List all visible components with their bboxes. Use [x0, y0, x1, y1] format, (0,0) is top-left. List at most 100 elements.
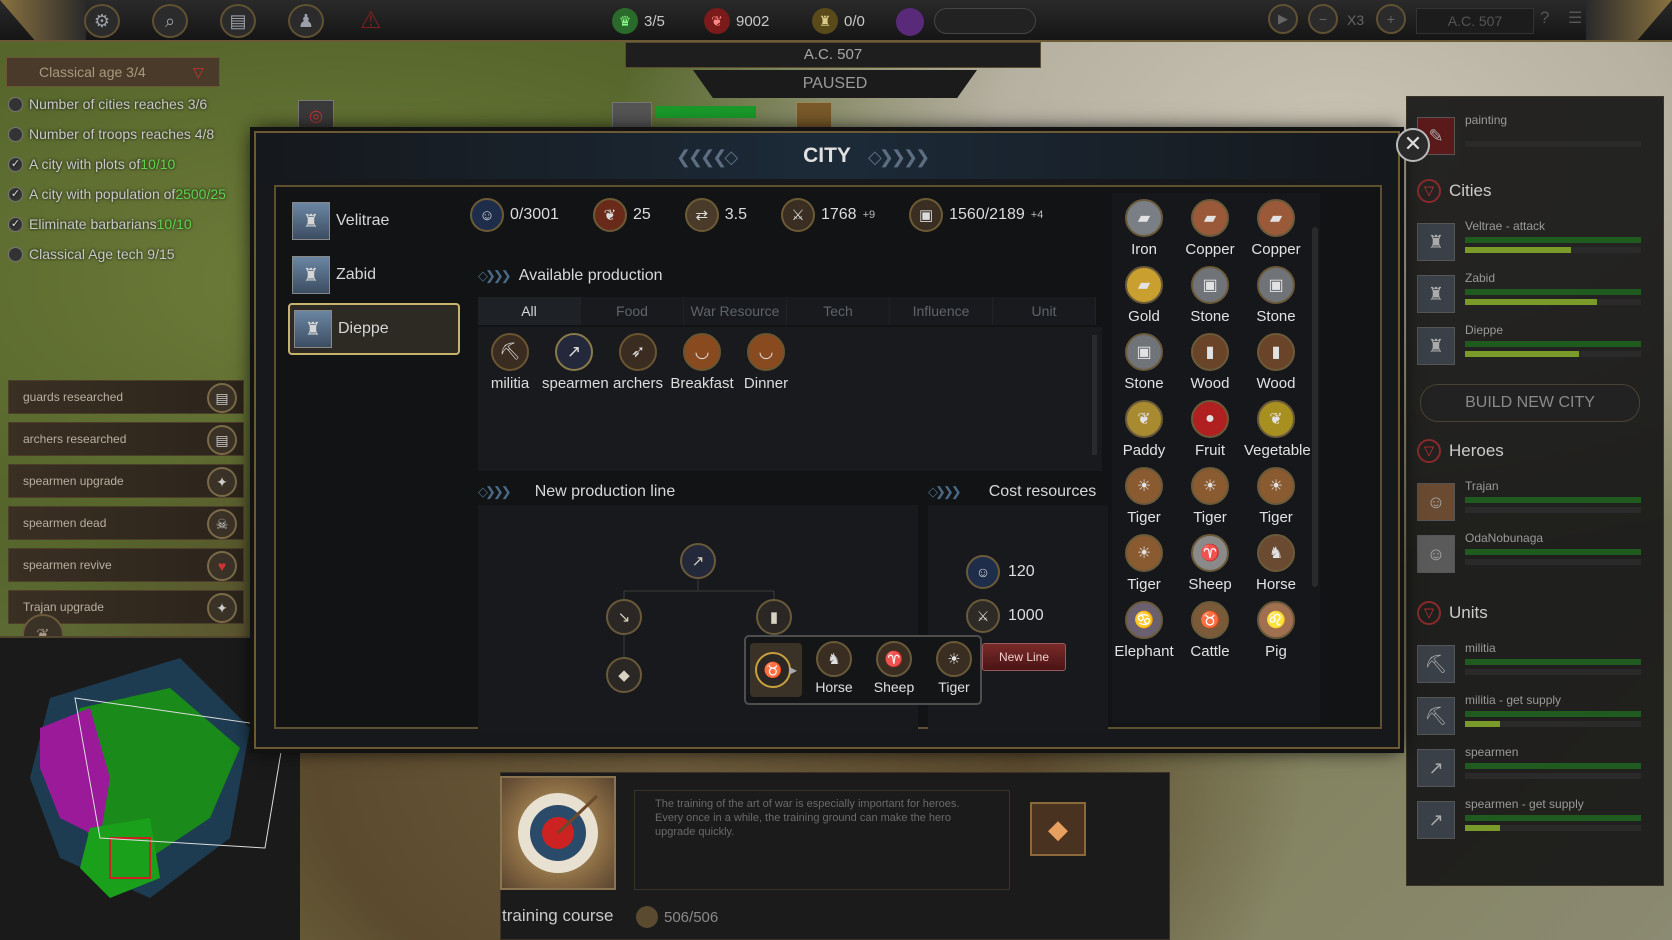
unit-list-item[interactable]: ⛏ militia - get supply: [1417, 693, 1651, 737]
resource-item[interactable]: ♌ Pig: [1244, 601, 1308, 660]
tab-tech[interactable]: Tech: [787, 297, 890, 325]
trade-stat: ⇄ 3.5: [684, 198, 747, 232]
castle-icon: ♜: [294, 310, 332, 348]
resource-item[interactable]: ❦ Paddy: [1112, 400, 1176, 459]
popup-option[interactable]: ♈ Sheep: [866, 641, 922, 695]
popup-option[interactable]: ♞ Horse: [806, 641, 862, 695]
hero-portrait[interactable]: [612, 102, 652, 132]
resource-item[interactable]: ▰ Copper: [1244, 199, 1308, 258]
resource-item[interactable]: ▮ Wood: [1178, 333, 1242, 392]
resource-item[interactable]: ▰ Iron: [1112, 199, 1176, 258]
unit-list-item[interactable]: ⛏ militia: [1417, 641, 1651, 685]
production-item[interactable]: ◡ Dinner: [734, 333, 798, 392]
bowl-icon: ◡: [747, 333, 785, 371]
warning-icon[interactable]: ⚠: [360, 6, 382, 35]
settings-gear-icon[interactable]: ⚙: [84, 4, 120, 38]
city-list-item[interactable]: ♜ Velitrae: [288, 195, 460, 247]
resource-item[interactable]: ♋ Elephant: [1112, 601, 1176, 660]
resource-item[interactable]: ▰ Gold: [1112, 266, 1176, 325]
date-bar: A.C. 507: [625, 42, 1041, 68]
check-icon: ✓: [8, 216, 23, 232]
hero-list-item[interactable]: ☺ Trajan: [1417, 479, 1651, 523]
tab-influence[interactable]: Influence: [890, 297, 993, 325]
stone-icon: ▣: [1191, 266, 1229, 304]
resource-item[interactable]: ♉ Cattle: [1178, 601, 1242, 660]
search-icon[interactable]: ⌕: [152, 4, 188, 38]
resource-item[interactable]: ♞ Horse: [1244, 534, 1308, 593]
notification-item[interactable]: archers researched ▤: [8, 422, 244, 456]
units-header[interactable]: ▽ Units: [1417, 601, 1488, 625]
unit-list-item[interactable]: ↗ spearmen - get supply: [1417, 797, 1651, 841]
research-item[interactable]: ✎ painting: [1417, 113, 1651, 157]
resource-item[interactable]: ☀ Tiger: [1244, 467, 1308, 526]
storage-stat: ▣ 1560/2189 +4: [909, 198, 1043, 232]
city-icon[interactable]: [796, 102, 832, 132]
selected-animal-slot[interactable]: ♉ ▸: [750, 643, 802, 697]
building-icon[interactable]: ▤: [220, 4, 256, 38]
resource-item[interactable]: ♈ Sheep: [1178, 534, 1242, 593]
gold-icon: ▰: [1125, 266, 1163, 304]
resource-item[interactable]: ❦ Vegetable: [1244, 400, 1311, 459]
castle-icon: ♜: [292, 202, 330, 240]
resource-item[interactable]: ▰ Copper: [1178, 199, 1242, 258]
city-list-item[interactable]: ♜ Zabid: [288, 249, 460, 301]
archery-target-graphic: [518, 793, 599, 873]
city-list-item[interactable]: ♜ Dieppe: [1417, 323, 1651, 367]
unit-list-item[interactable]: ↗ spearmen: [1417, 745, 1651, 789]
tree-node-copper[interactable]: ◆: [606, 657, 642, 693]
tree-node-wood[interactable]: ▮: [756, 599, 792, 635]
tab-war-resource[interactable]: War Resource: [684, 297, 787, 325]
building-cost: 506/506: [636, 906, 718, 928]
plus-icon[interactable]: +: [1376, 4, 1406, 34]
hero-icon[interactable]: ♟: [288, 4, 324, 38]
animal-select-popup: ♉ ▸ ♞ Horse ♈ Sheep ☀ Tiger: [744, 635, 982, 705]
help-icon[interactable]: ?: [1540, 8, 1549, 28]
build-new-city-button[interactable]: BUILD NEW CITY: [1420, 384, 1640, 422]
production-item[interactable]: ⛏ militia: [478, 333, 542, 392]
tree-node-spear[interactable]: ↘: [606, 599, 642, 635]
resource-item[interactable]: ▣ Stone: [1244, 266, 1308, 325]
close-icon[interactable]: ✕: [1396, 128, 1430, 162]
city-list-item[interactable]: ♜ Zabid: [1417, 271, 1651, 315]
city-list-item[interactable]: ♜ Veltrae - attack: [1417, 219, 1651, 263]
resource-item[interactable]: ▣ Stone: [1178, 266, 1242, 325]
menu-icon[interactable]: ☰: [1568, 8, 1582, 28]
production-item[interactable]: ➶ archers: [606, 333, 670, 392]
diamond-icon[interactable]: ◆: [1030, 802, 1086, 856]
grid-scrollbar[interactable]: [1312, 227, 1318, 587]
resource-item[interactable]: ▮ Wood: [1244, 333, 1308, 392]
resource-item[interactable]: ☀ Tiger: [1112, 534, 1176, 593]
target-icon[interactable]: ◎: [298, 100, 334, 132]
chevrons-icon: ◇❯❯❯: [478, 268, 512, 283]
cities-header[interactable]: ▽ Cities: [1417, 179, 1492, 203]
city-list-item-selected[interactable]: ♜ Dieppe: [288, 303, 460, 355]
target-icon[interactable]: [500, 776, 616, 890]
new-line-button[interactable]: New Line: [982, 643, 1066, 671]
notification-item[interactable]: guards researched ▤: [8, 380, 244, 414]
popup-option[interactable]: ☀ Tiger: [926, 641, 982, 695]
hero-list-item[interactable]: ☺ OdaNobunaga: [1417, 531, 1651, 575]
resource-item[interactable]: ☀ Tiger: [1178, 467, 1242, 526]
resource-item[interactable]: ● Fruit: [1178, 400, 1242, 459]
production-item[interactable]: ◡ Breakfast: [670, 333, 734, 392]
tab-food[interactable]: Food: [581, 297, 684, 325]
tab-unit[interactable]: Unit: [993, 297, 1096, 325]
notification-item[interactable]: spearmen revive ♥: [8, 548, 244, 582]
resource-item[interactable]: ☀ Tiger: [1112, 467, 1176, 526]
notification-item[interactable]: spearmen upgrade ✦: [8, 464, 244, 498]
age-progress[interactable]: Classical age 3/4 ▽: [6, 57, 220, 87]
food-icon: ❦: [592, 198, 627, 232]
play-icon[interactable]: ▶: [1268, 4, 1298, 34]
tree-node-spearmen[interactable]: ↗: [680, 543, 716, 579]
minus-icon[interactable]: −: [1308, 4, 1338, 34]
bow-icon: ➶: [619, 333, 657, 371]
tab-all[interactable]: All: [478, 297, 581, 325]
resource-item[interactable]: ▣ Stone: [1112, 333, 1176, 392]
heroes-header[interactable]: ▽ Heroes: [1417, 439, 1504, 463]
scrollbar[interactable]: [1092, 335, 1097, 455]
cost-item: ⚔ 1000: [966, 599, 1044, 633]
production-item[interactable]: ↗ spearmen: [542, 333, 609, 392]
vegetable-icon: ❦: [1257, 400, 1295, 438]
notification-item[interactable]: spearmen dead ☠: [8, 506, 244, 540]
cost-item: ☺ 120: [966, 555, 1035, 589]
